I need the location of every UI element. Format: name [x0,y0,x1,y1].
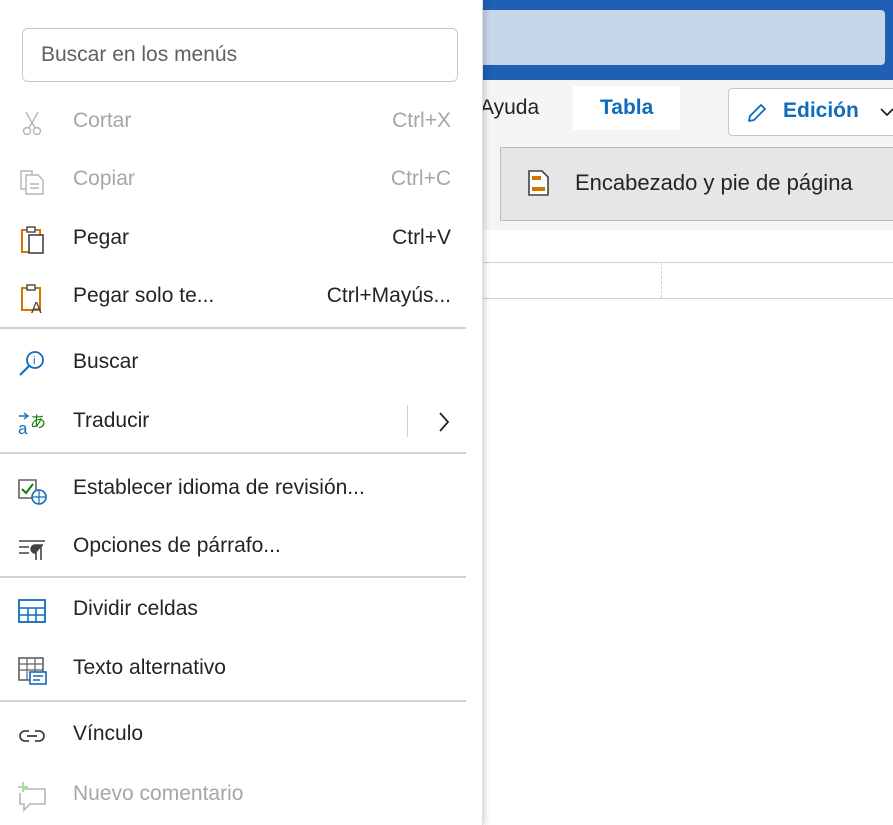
menu-separator [0,452,466,454]
header-footer-button[interactable]: Encabezado y pie de página [500,147,893,221]
menu-separator [0,700,466,702]
menu-item-search[interactable]: i Buscar [0,336,483,392]
copy-icon [20,170,44,195]
table-border [480,298,893,299]
menu-item-paragraph-options[interactable]: Opciones de párrafo... [0,520,483,576]
menu-item-paste-text-only[interactable]: A Pegar solo te... Ctrl+Mayús... [0,270,483,326]
new-comment-icon [18,782,46,812]
table-border [480,262,893,263]
menu-item-split-cells[interactable]: Dividir celdas [0,583,483,639]
submenu-divider [407,405,408,437]
editing-mode-label: Edición [783,99,859,122]
paste-icon [21,226,44,254]
menu-item-shortcut: Ctrl+X [392,109,451,132]
header-footer-icon [528,170,549,196]
menu-item-link[interactable]: Vínculo [0,708,483,764]
chevron-down-icon [880,108,893,117]
menu-item-label: Establecer idioma de revisión... [73,476,365,499]
smart-lookup-icon: i [19,351,44,376]
paste-text-icon: A [21,284,42,314]
menu-item-alt-text[interactable]: Texto alternativo [0,642,483,698]
context-menu: Cortar Ctrl+X Copiar Ctrl+C Pegar Ctrl+V… [0,0,483,825]
menu-item-shortcut: Ctrl+Mayús... [326,284,451,307]
menu-item-label: Pegar solo te... [73,284,215,307]
menu-item-label: Buscar [73,350,139,373]
menu-item-label: Opciones de párrafo... [73,534,281,557]
menu-item-label: Cortar [73,109,132,132]
menu-item-translate[interactable]: a あ Traducir [0,395,483,451]
menu-item-set-proofing-language[interactable]: Establecer idioma de revisión... [0,462,483,518]
svg-text:あ: あ [30,413,46,431]
pen-icon [748,104,766,122]
svg-text:i: i [33,355,35,367]
menu-item-label: Vínculo [73,722,144,745]
menu-item-cut[interactable]: Cortar Ctrl+X [0,95,483,151]
menu-item-label: Copiar [73,167,135,190]
paragraph-options-icon [19,540,45,560]
chevron-right-icon[interactable] [436,410,452,434]
menu-item-shortcut: Ctrl+C [390,167,451,190]
translate-icon: a あ [18,412,46,438]
menu-item-copy[interactable]: Copiar Ctrl+C [0,153,483,209]
menu-item-label: Dividir celdas [73,597,198,620]
scissors-icon [22,111,42,136]
tab-tabla[interactable]: Tabla [573,86,681,130]
menu-item-label: Nuevo comentario [73,782,244,805]
editing-mode-button[interactable]: Edición [728,88,893,136]
menu-item-shortcut: Ctrl+V [392,226,451,249]
app-search-bar[interactable] [430,10,885,65]
split-cells-icon [18,599,46,623]
svg-text:a: a [18,419,28,438]
link-icon [19,730,45,742]
svg-text:A: A [31,300,42,314]
menu-item-label: Texto alternativo [73,656,226,679]
proofing-language-icon [18,479,47,505]
menu-separator [0,576,466,578]
table-column-divider [661,262,662,298]
menu-item-label: Traducir [73,409,150,432]
alt-text-icon [18,657,47,685]
menu-item-label: Pegar [73,226,130,249]
menu-item-new-comment[interactable]: Nuevo comentario [0,768,483,824]
menu-item-paste[interactable]: Pegar Ctrl+V [0,212,483,268]
menu-separator [0,327,466,329]
menu-search-input[interactable] [22,28,458,82]
header-footer-label: Encabezado y pie de página [575,170,853,195]
